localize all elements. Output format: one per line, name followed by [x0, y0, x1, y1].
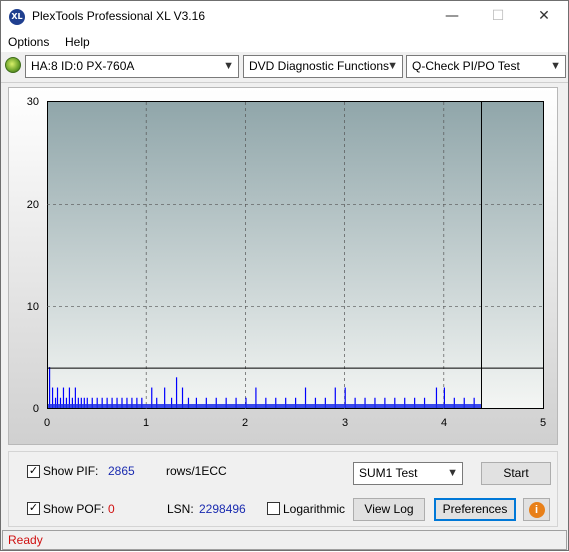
chart-bars [48, 367, 482, 408]
show-pof-checkbox[interactable]: ✓ [27, 502, 40, 515]
logarithmic-checkbox[interactable] [267, 502, 280, 515]
pof-value: 0 [108, 502, 115, 516]
app-window: XL PlexTools Professional XL V3.16 — ☐ ✕… [0, 0, 569, 551]
info-button[interactable]: i [523, 498, 550, 521]
chevron-down-icon: ▼ [447, 467, 458, 479]
info-icon: i [528, 502, 545, 518]
lsn-value: 2298496 [199, 502, 246, 516]
pif-value: 2865 [108, 464, 135, 478]
y-tick-label: 30 [26, 96, 39, 108]
start-button[interactable]: Start [481, 462, 551, 485]
pif-bar [48, 367, 51, 408]
y-tick-label: 10 [26, 301, 39, 313]
status-bar: Ready [2, 530, 567, 550]
rows-label: rows/1ECC [166, 464, 227, 478]
sum-test-select[interactable]: SUM1 Test ▼ [353, 462, 463, 485]
x-tick-label: 2 [241, 417, 249, 429]
preferences-button[interactable]: Preferences [434, 498, 516, 521]
chart-markers [47, 102, 543, 409]
x-tick-label: 3 [341, 417, 349, 429]
chart-grid [47, 102, 543, 409]
lsn-label: LSN: [167, 502, 194, 516]
show-pif-label: Show PIF: [43, 464, 99, 478]
x-tick-label: 4 [440, 417, 448, 429]
x-tick-label: 1 [142, 417, 150, 429]
sum-test-value: SUM1 Test [359, 466, 418, 480]
logarithmic-label: Logarithmic [283, 502, 346, 516]
show-pof-label: Show POF: [43, 502, 105, 516]
show-pif-checkbox[interactable]: ✓ [27, 465, 40, 478]
pif-baseline-band [48, 404, 482, 408]
status-text: Ready [8, 533, 43, 547]
x-tick-label: 0 [43, 417, 51, 429]
view-log-button[interactable]: View Log [353, 498, 425, 521]
pif-bar [175, 377, 178, 408]
x-tick-label: 5 [539, 417, 547, 429]
y-tick-label: 0 [32, 403, 39, 415]
y-tick-label: 20 [26, 199, 39, 211]
